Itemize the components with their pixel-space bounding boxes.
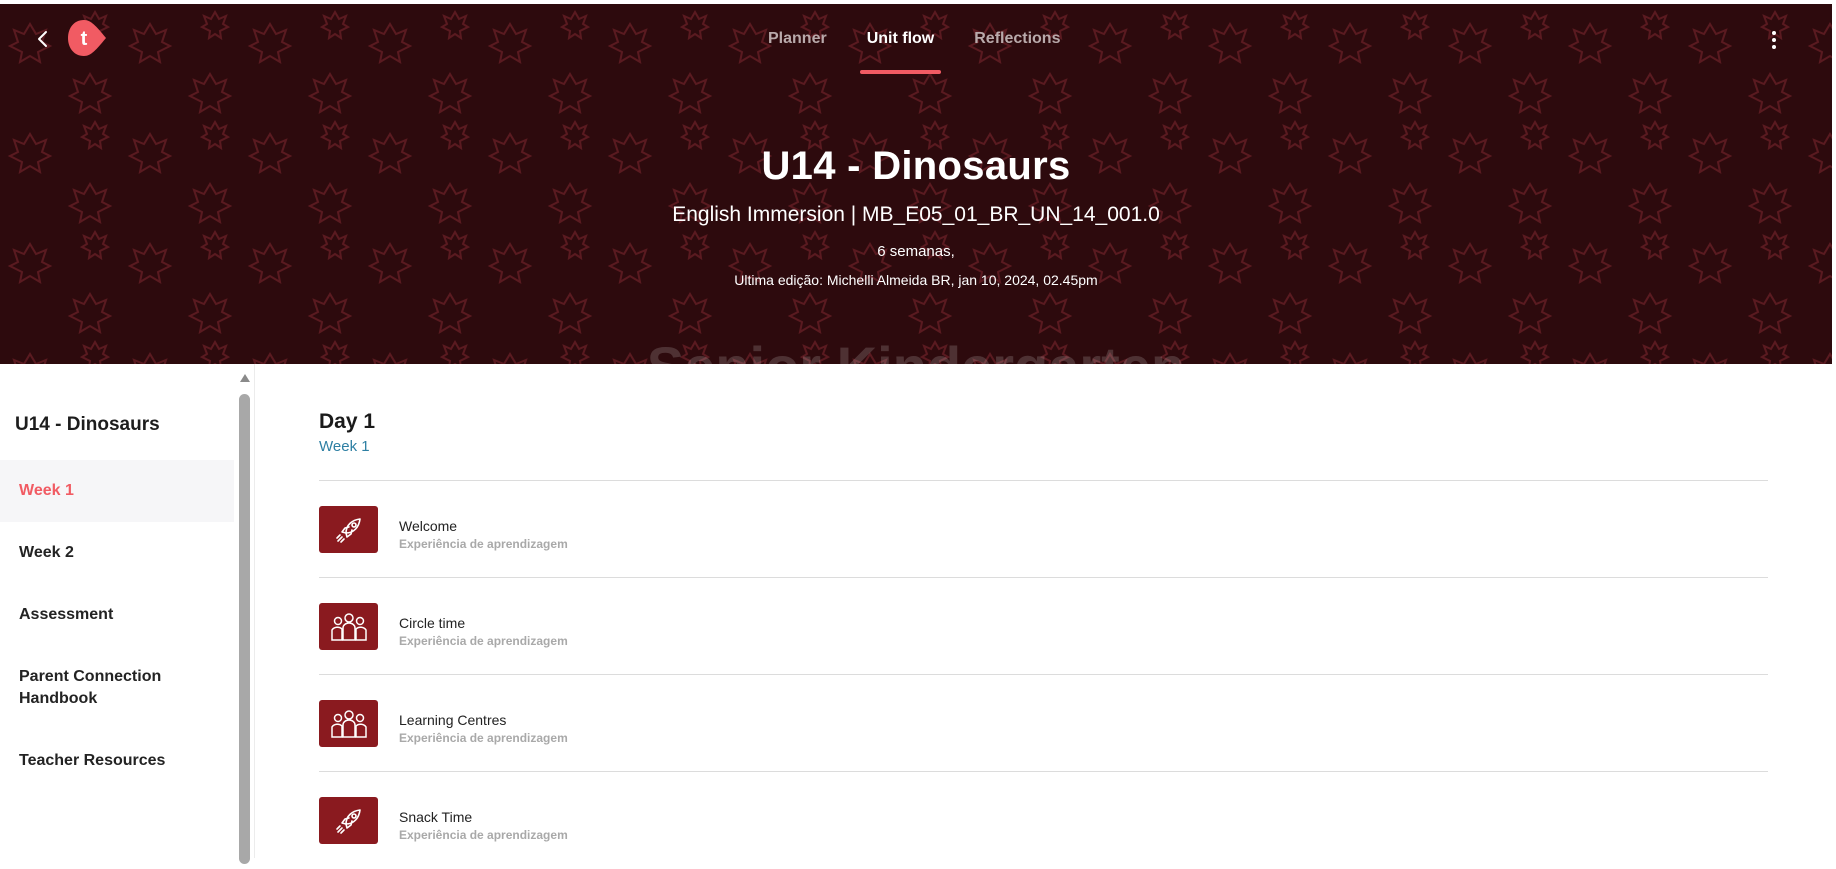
- learning-experience-item[interactable]: Welcome Experiência de aprendizagem: [319, 481, 1768, 578]
- more-dot: [1772, 45, 1776, 49]
- more-vertical-icon: [1772, 31, 1776, 35]
- item-name: Learning Centres: [399, 712, 507, 728]
- item-thumbnail: [319, 797, 378, 844]
- item-name: Circle time: [399, 615, 466, 631]
- item-thumbnail: [319, 506, 378, 553]
- tab-unit-flow[interactable]: Unit flow: [847, 4, 955, 74]
- banner-ghost-text: Senior Kindergarten: [0, 334, 1832, 364]
- tab-planner[interactable]: Planner: [748, 4, 847, 74]
- sidebar-scrollbar-thumb[interactable]: [239, 394, 250, 864]
- unit-title: U14 - Dinosaurs: [761, 144, 1071, 188]
- item-name: Welcome: [399, 518, 458, 534]
- back-button[interactable]: [28, 24, 58, 54]
- main-content: Day 1 Week 1 Welcome Experiência de apre…: [255, 364, 1836, 858]
- item-kind: Experiência de aprendizagem: [399, 731, 568, 745]
- more-dot: [1772, 38, 1776, 42]
- item-kind: Experiência de aprendizagem: [399, 537, 568, 551]
- unit-duration: 6 semanas,: [877, 243, 955, 260]
- sidebar-item-week-2[interactable]: Week 2: [0, 542, 234, 564]
- unit-last-edit: Ultima edição: Michelli Almeida BR, jan …: [734, 272, 1098, 288]
- chevron-left-icon: [38, 31, 47, 47]
- group-icon: [330, 612, 367, 641]
- sidebar-item-parent-connection-handbook[interactable]: Parent Connection Handbook: [0, 666, 180, 710]
- sidebar-title: U14 - Dinosaurs: [15, 414, 160, 435]
- item-name: Snack Time: [399, 809, 473, 825]
- group-icon: [330, 709, 367, 738]
- learning-experience-item[interactable]: Learning Centres Experiência de aprendiz…: [319, 675, 1768, 772]
- sidebar: U14 - Dinosaurs Week 1 Week 2 Assessment…: [0, 364, 238, 858]
- day-week-link[interactable]: Week 1: [319, 438, 370, 455]
- day-title: Day 1: [319, 410, 376, 433]
- sidebar-item-teacher-resources[interactable]: Teacher Resources: [0, 750, 234, 772]
- tab-bar: Planner Unit flow Reflections: [748, 4, 1080, 74]
- app-logo[interactable]: t: [66, 18, 108, 60]
- item-kind: Experiência de aprendizagem: [399, 828, 568, 842]
- logo-letter: t: [80, 27, 88, 50]
- rocket-icon: [335, 517, 361, 543]
- rocket-icon: [335, 808, 361, 834]
- item-thumbnail: [319, 603, 378, 650]
- learning-experience-item[interactable]: Circle time Experiência de aprendizagem: [319, 578, 1768, 675]
- item-thumbnail: [319, 700, 378, 747]
- scroll-up-arrow[interactable]: [238, 372, 252, 384]
- learning-experience-item[interactable]: Snack Time Experiência de aprendizagem: [319, 772, 1768, 869]
- item-kind: Experiência de aprendizagem: [399, 634, 568, 648]
- sidebar-item-assessment[interactable]: Assessment: [0, 604, 234, 626]
- app-frame: Senior Kindergarten t Planner Unit flow …: [0, 0, 1836, 864]
- unit-title-block: U14 - Dinosaurs English Immersion | MB_E…: [0, 144, 1832, 288]
- more-options-button[interactable]: [1762, 26, 1786, 54]
- unit-header-banner: Senior Kindergarten t Planner Unit flow …: [0, 4, 1832, 364]
- tab-reflections[interactable]: Reflections: [954, 4, 1080, 74]
- caret-up-icon: [240, 374, 250, 382]
- unit-subtitle: English Immersion | MB_E05_01_BR_UN_14_0…: [672, 203, 1160, 226]
- sidebar-item-week-1[interactable]: Week 1: [0, 460, 234, 522]
